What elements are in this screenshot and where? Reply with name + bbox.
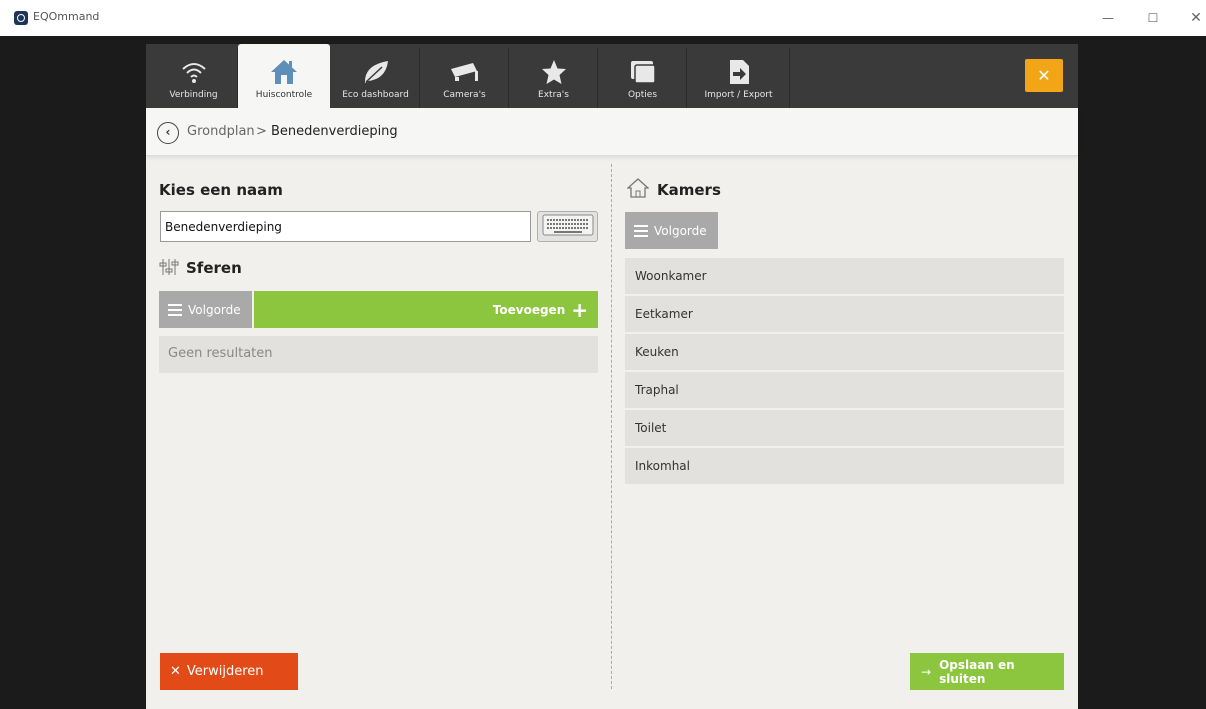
breadcrumb-current: Benedenverdieping [271, 124, 398, 139]
tab-extras[interactable]: Extra's [510, 48, 598, 108]
close-icon: ✕ [170, 664, 181, 679]
minimize-button[interactable]: — [1093, 6, 1123, 30]
rooms-order-label: Volgorde [654, 223, 707, 238]
camera-icon [421, 56, 508, 88]
house-outline-icon [626, 178, 650, 202]
breadcrumb-separator: > [256, 124, 267, 139]
room-item-inkomhal[interactable]: Inkomhal [625, 448, 1064, 484]
leaf-icon [332, 56, 419, 88]
hamburger-icon [168, 303, 182, 316]
app-logo-icon [14, 11, 28, 25]
tab-verbinding[interactable]: Verbinding [150, 48, 238, 108]
plus-icon: + [571, 297, 588, 322]
spheres-order-button[interactable]: Volgorde [159, 291, 252, 328]
breadcrumb-parent-link[interactable]: Grondplan [187, 124, 255, 139]
room-item-keuken[interactable]: Keuken [625, 334, 1064, 370]
add-sphere-label: Toevoegen [492, 302, 566, 317]
tab-label: Verbinding [169, 90, 218, 100]
tab-opties[interactable]: Opties [599, 48, 687, 108]
tab-label: Opties [627, 90, 658, 100]
spheres-title: Sferen [186, 259, 242, 277]
close-app-button[interactable]: ✕ [1025, 59, 1063, 92]
tab-label: Camera's [443, 90, 486, 100]
window-close-button[interactable]: ✕ [1181, 6, 1206, 30]
name-input[interactable] [160, 211, 531, 242]
tab-eco-dashboard[interactable]: Eco dashboard [332, 48, 420, 108]
room-item-eetkamer[interactable]: Eetkamer [625, 296, 1064, 332]
tab-label: Eco dashboard [342, 90, 409, 100]
add-sphere-button[interactable]: Toevoegen + [254, 291, 598, 328]
keyboard-icon [542, 214, 594, 240]
window-titlebar: EQOmmand — ☐ ✕ [0, 0, 1206, 36]
star-icon [510, 56, 597, 88]
hamburger-icon [634, 224, 648, 237]
app-panel: Verbinding Huiscontrole Eco dashboard Ca… [146, 44, 1078, 709]
delete-button[interactable]: ✕ Verwijderen [160, 653, 298, 690]
delete-label: Verwijderen [186, 664, 264, 679]
breadcrumb: ‹ Grondplan > Benedenverdieping [146, 108, 1078, 156]
keyboard-button[interactable] [537, 211, 598, 242]
room-item-traphal[interactable]: Traphal [625, 372, 1064, 408]
wifi-icon [150, 56, 237, 88]
tab-label: Huiscontrole [255, 90, 313, 100]
room-item-toilet[interactable]: Toilet [625, 410, 1064, 446]
spheres-order-label: Volgorde [188, 302, 241, 317]
house-icon [238, 56, 330, 88]
rooms-title: Kamers [657, 181, 721, 199]
save-and-close-button[interactable]: → Opslaan en sluiten [910, 653, 1064, 690]
options-icon [599, 56, 686, 88]
tab-huiscontrole[interactable]: Huiscontrole [238, 44, 330, 108]
maximize-button[interactable]: ☐ [1138, 6, 1168, 30]
back-button[interactable]: ‹ [157, 122, 179, 144]
arrow-right-icon: → [921, 664, 932, 679]
import-export-icon [688, 56, 789, 88]
room-item-woonkamer[interactable]: Woonkamer [625, 258, 1064, 294]
spheres-empty-message: Geen resultaten [159, 336, 598, 373]
name-section-title: Kies een naam [159, 181, 283, 199]
column-divider [611, 164, 612, 689]
rooms-order-button[interactable]: Volgorde [625, 212, 718, 249]
spheres-icon [159, 258, 179, 280]
window-title: EQOmmand [33, 10, 100, 23]
save-and-close-label: Opslaan en sluiten [939, 657, 1015, 686]
tab-bar: Verbinding Huiscontrole Eco dashboard Ca… [146, 44, 1078, 108]
tab-cameras[interactable]: Camera's [421, 48, 509, 108]
tab-label: Import / Export [704, 90, 773, 100]
tab-label: Extra's [538, 90, 569, 100]
tab-import-export[interactable]: Import / Export [688, 48, 790, 108]
